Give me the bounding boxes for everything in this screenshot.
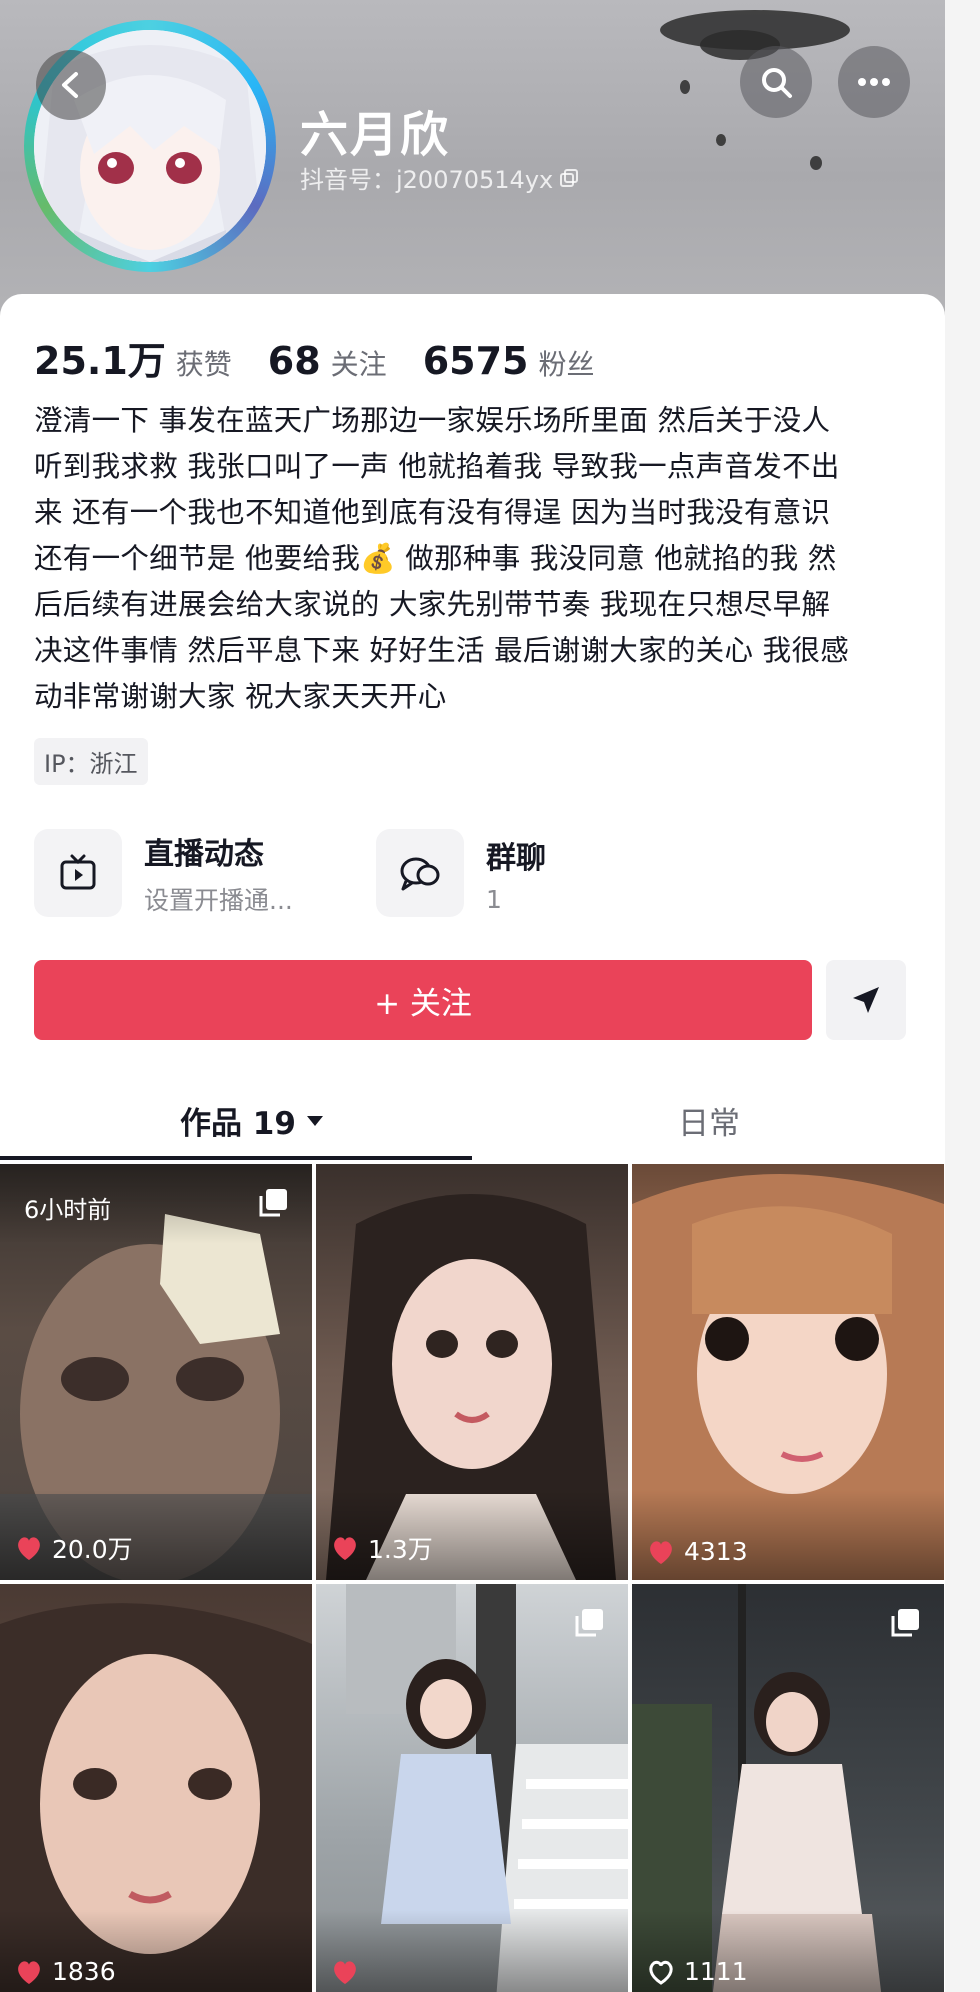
profile-screen: 六月欣 抖音号：j20070514yx 25.1万 获赞 68 关注 6575 … bbox=[0, 0, 945, 1992]
likes-value: 20.0万 bbox=[52, 1535, 133, 1564]
douyin-id[interactable]: 抖音号：j20070514yx bbox=[300, 160, 579, 195]
heart-outline-icon bbox=[649, 1960, 673, 1985]
feature-title: 群聊 bbox=[486, 840, 546, 876]
profile-name: 六月欣 bbox=[300, 107, 451, 163]
more-button[interactable] bbox=[838, 46, 910, 118]
video-thumbnail[interactable]: 1836 bbox=[0, 1584, 312, 1992]
video-thumbnail[interactable]: 1.3万 bbox=[316, 1164, 628, 1580]
heart-icon bbox=[18, 1537, 40, 1560]
group-chat-icon bbox=[376, 829, 464, 917]
back-button[interactable] bbox=[36, 50, 106, 120]
tab-works[interactable]: 作品 19 bbox=[180, 1098, 324, 1143]
feature-title: 直播动态 bbox=[144, 837, 264, 872]
multi-image-icon bbox=[575, 1609, 603, 1637]
likes-value: 1.3万 bbox=[368, 1535, 433, 1564]
more-icon bbox=[858, 78, 890, 86]
likes-count: 1.3万 bbox=[330, 1530, 433, 1566]
time-badge: 6小时前 bbox=[24, 1196, 112, 1224]
followers-label[interactable]: 粉丝 bbox=[538, 343, 594, 383]
video-thumbnail[interactable]: 6小时前 20.0万 bbox=[0, 1164, 312, 1580]
heart-icon bbox=[650, 1540, 672, 1564]
follow-button[interactable]: + 关注 bbox=[34, 960, 812, 1040]
bio-line: 来 还有一个我也不知道他到底有没有得逞 因为当时我没有意识 bbox=[34, 496, 831, 529]
video-thumbnail[interactable]: 1111 bbox=[632, 1584, 944, 1992]
search-button[interactable] bbox=[740, 46, 812, 118]
video-thumbnail[interactable] bbox=[316, 1584, 628, 1992]
multi-image-icon bbox=[259, 1189, 287, 1217]
likes-count: 25.1万 bbox=[34, 339, 166, 383]
likes-count: 4313 bbox=[646, 1537, 748, 1566]
bio-line: 听到我求救 我张口叫了一声 他就掐着我 导致我一点声音发不出 bbox=[34, 450, 840, 483]
following-label[interactable]: 关注 bbox=[331, 343, 387, 383]
live-tv-icon bbox=[34, 829, 122, 917]
feature-live-status[interactable]: 直播动态 设置开播通... bbox=[34, 828, 293, 918]
likes-value: 4313 bbox=[684, 1537, 748, 1566]
screen-edge bbox=[945, 0, 980, 1992]
copy-icon[interactable] bbox=[559, 168, 579, 188]
caret-down-icon bbox=[306, 1115, 323, 1126]
search-icon bbox=[762, 68, 792, 98]
feature-group-chat[interactable]: 群聊 1 bbox=[376, 828, 546, 918]
douyin-id-text: 抖音号：j20070514yx bbox=[300, 166, 554, 194]
bio-line: 还有一个细节是 他要给我💰 做那种事 我没同意 他就掐的我 然 bbox=[34, 542, 837, 575]
likes-label: 获赞 bbox=[175, 348, 232, 381]
bio-line: 动非常谢谢大家 祝大家天天开心 bbox=[34, 680, 447, 713]
tab-label: 作品 19 bbox=[180, 1106, 296, 1142]
profile-header: 六月欣 抖音号：j20070514yx bbox=[0, 0, 945, 320]
smudge bbox=[680, 80, 690, 94]
tab-daily[interactable]: 日常 bbox=[678, 1098, 740, 1143]
likes-count bbox=[330, 1958, 368, 1986]
likes-count: 1111 bbox=[646, 1957, 748, 1986]
stats-row: 25.1万 获赞 68 关注 6575 粉丝 bbox=[34, 330, 630, 385]
bio-line: 澄清一下 事发在蓝天广场那边一家娱乐场所里面 然后关于没人 bbox=[34, 404, 831, 437]
multi-image-icon bbox=[891, 1609, 919, 1637]
send-icon bbox=[853, 987, 879, 1013]
chevron-left-icon bbox=[62, 72, 78, 98]
bio-line: 后后续有进展会给大家说的 大家先别带节奏 我现在只想尽早解 bbox=[34, 588, 831, 621]
likes-count: 1836 bbox=[14, 1957, 116, 1986]
likes-value: 1111 bbox=[684, 1957, 748, 1986]
feature-subtitle: 设置开播通... bbox=[144, 886, 293, 915]
following-count[interactable]: 68 bbox=[268, 339, 321, 383]
followers-count[interactable]: 6575 bbox=[423, 339, 529, 383]
feature-subtitle: 1 bbox=[486, 884, 502, 914]
ip-location: IP：浙江 bbox=[34, 738, 148, 785]
smudge bbox=[716, 134, 726, 146]
likes-count: 20.0万 bbox=[14, 1530, 133, 1566]
heart-icon bbox=[18, 1960, 40, 1984]
tab-bar: 作品 19 日常 bbox=[0, 1074, 945, 1164]
profile-bio: 澄清一下 事发在蓝天广场那边一家娱乐场所里面 然后关于没人 听到我求救 我张口叫… bbox=[34, 398, 914, 720]
active-tab-indicator bbox=[0, 1156, 472, 1160]
heart-icon bbox=[334, 1961, 356, 1984]
bio-line: 决这件事情 然后平息下来 好好生活 最后谢谢大家的关心 我很感 bbox=[34, 634, 850, 667]
video-thumbnail[interactable]: 4313 bbox=[632, 1164, 944, 1580]
heart-icon bbox=[334, 1537, 356, 1560]
likes-value: 1836 bbox=[52, 1957, 116, 1986]
smudge bbox=[810, 156, 822, 170]
share-button[interactable] bbox=[826, 960, 906, 1040]
